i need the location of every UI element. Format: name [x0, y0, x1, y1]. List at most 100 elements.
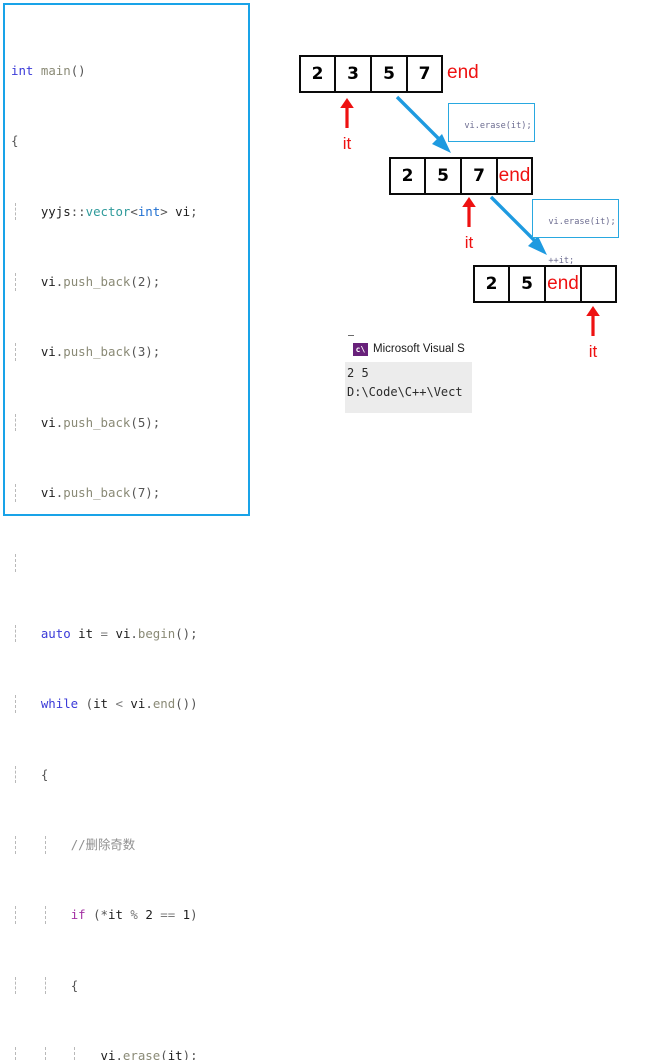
token-num-1: 1 [182, 907, 191, 923]
token-num-2: 2 [145, 907, 153, 923]
erase-note-line1: vi.erase(it); [548, 217, 616, 227]
vector-cell: 5 [509, 265, 545, 303]
token-call-args: (7); [130, 485, 161, 501]
it-label: it [588, 342, 598, 361]
token-dot: . [130, 625, 138, 641]
console-output-line-1: 2 5 [347, 366, 369, 380]
token-keyword-int: int [11, 62, 34, 78]
code-line: //删除奇数 [11, 835, 246, 854]
vector-cell: 7 [461, 157, 497, 195]
token-call-args: (5); [130, 414, 161, 430]
token-angle-close: > [160, 203, 168, 219]
it-marker-step-1: it [334, 97, 360, 153]
token-var-vi: vi [40, 485, 56, 501]
token-brace-open: { [11, 133, 19, 149]
vector-row-step-3: 2 5 end [473, 265, 617, 303]
token-call-args: ( [160, 1048, 168, 1060]
code-line: { [11, 132, 246, 150]
code-line: yyjs::vector<int> vi; [11, 202, 246, 221]
token-fn-push-back: push_back [63, 485, 131, 501]
vector-cell: 7 [407, 55, 443, 93]
vector-cell-end: end [497, 157, 533, 195]
code-line: vi.push_back(3); [11, 343, 246, 361]
token-lt: < [115, 696, 123, 712]
it-label: it [342, 134, 352, 153]
vector-cell-end: end [545, 265, 581, 303]
console-window-fragment: c\ Microsoft Visual S 2 5 D:\Code\C++\Ve… [345, 336, 472, 413]
token-var-vi: vi [40, 344, 56, 360]
console-titlebar: c\ Microsoft Visual S [345, 336, 472, 362]
token-call-args: (3); [130, 344, 161, 360]
token-assign: = [100, 625, 109, 641]
up-arrow-icon [580, 305, 606, 342]
code-line-blank [11, 554, 246, 572]
token-var-vi: vi [130, 696, 146, 712]
it-marker-step-2: it [456, 196, 482, 252]
token-type-int: int [137, 203, 161, 219]
code-listing: int main() { yyjs::vector<int> vi; vi.pu… [11, 9, 246, 1060]
token-paren-open: ( [85, 696, 94, 712]
console-output: 2 5 D:\Code\C++\Vect [345, 362, 472, 413]
token-ns-yyjs: yyjs [40, 203, 71, 219]
vector-cell-empty [581, 265, 617, 303]
token-brace-open: { [70, 977, 79, 993]
token-keyword-if: if [70, 907, 86, 923]
token-call-args: ()) [175, 696, 198, 712]
vector-cell: 5 [425, 157, 461, 195]
vector-row-step-2: 2 5 7 end [389, 157, 533, 195]
code-line: vi.push_back(5); [11, 413, 246, 432]
vector-cell: 3 [335, 55, 371, 93]
token-type-vector: vector [85, 203, 131, 219]
it-marker-step-3: it [580, 305, 606, 361]
erase-note-2: vi.erase(it); ++it; [532, 199, 619, 266]
code-editor-panel: int main() { yyjs::vector<int> vi; vi.pu… [3, 3, 250, 1060]
token-parens: () [70, 62, 86, 78]
console-title: Microsoft Visual S [373, 343, 465, 355]
token-eq: == [160, 907, 176, 923]
vector-cell: 5 [371, 55, 407, 93]
code-line: vi.erase(it); [11, 1047, 246, 1060]
token-mod: % [130, 907, 138, 923]
token-comment: //删除奇数 [70, 836, 136, 852]
vector-cell: 2 [389, 157, 425, 195]
token-brace-open: { [40, 766, 49, 782]
token-angle-open: < [130, 203, 138, 219]
token-fn-begin: begin [137, 625, 176, 641]
token-call-args: (); [175, 625, 198, 641]
token-var-it: it [78, 625, 94, 641]
token-keyword-while: while [40, 696, 79, 712]
code-line: vi.push_back(2); [11, 272, 246, 291]
token-var-vi: vi [115, 625, 131, 641]
token-var-it: it [167, 1048, 183, 1060]
code-line: int main() [11, 62, 246, 80]
token-fn-push-back: push_back [63, 344, 131, 360]
token-call-args: (2); [130, 273, 161, 289]
vector-cell: 2 [299, 55, 335, 93]
code-line: { [11, 976, 246, 995]
token-dot: . [115, 1048, 123, 1060]
code-line: { [11, 765, 246, 784]
token-fn-main: main [40, 62, 71, 78]
vector-row-step-1: 2 3 5 7 [299, 55, 443, 93]
it-label: it [464, 233, 474, 252]
token-var-vi: vi [40, 273, 56, 289]
token-scope-op: :: [70, 203, 86, 219]
token-fn-end: end [152, 696, 176, 712]
token-var-it: it [108, 907, 123, 923]
cmd-console-icon: c\ [353, 342, 368, 356]
token-var-vi: vi [100, 1048, 116, 1060]
token-cond: (* [93, 907, 108, 923]
erase-note-line1: vi.erase(it); [464, 121, 532, 131]
token-paren-close: ) [190, 907, 198, 923]
token-semicolon: ; [190, 203, 198, 219]
up-arrow-icon [334, 97, 360, 134]
token-dot: . [145, 696, 153, 712]
token-keyword-auto: auto [40, 625, 71, 641]
token-var-it: it [93, 696, 109, 712]
end-label-step-1: end [447, 62, 479, 83]
token-fn-push-back: push_back [63, 414, 131, 430]
code-line: auto it = vi.begin(); [11, 624, 246, 643]
token-var-vi: vi [175, 203, 191, 219]
token-var-vi: vi [40, 414, 56, 430]
vector-cell: 2 [473, 265, 509, 303]
